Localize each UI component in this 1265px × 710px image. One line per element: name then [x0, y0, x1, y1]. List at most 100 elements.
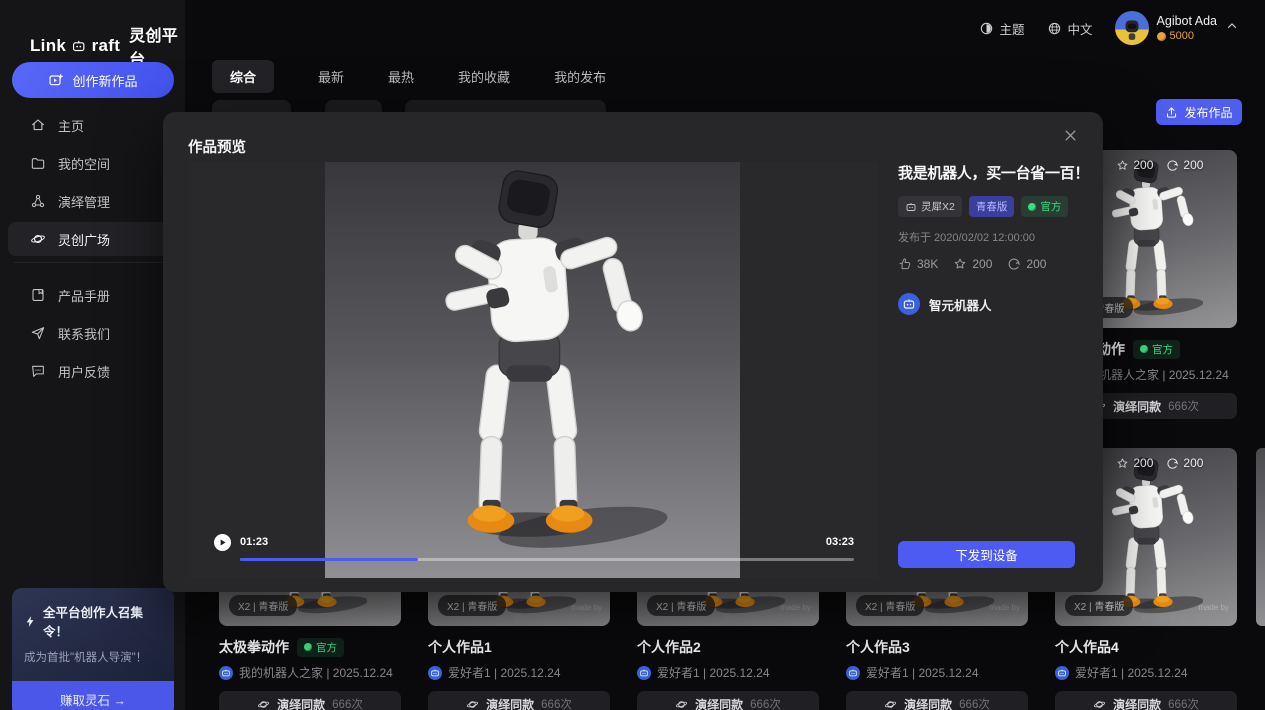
favorite-button[interactable]: 200 — [953, 257, 992, 271]
earn-gems-button[interactable]: 赚取灵石 → — [12, 681, 174, 710]
remix-count: 666次 — [1168, 696, 1199, 710]
card-title: 个人作品1 — [428, 637, 492, 657]
app-root: Linkraft 灵创平台 创作新作品 主页 — [0, 0, 1265, 710]
chevron-up-icon[interactable] — [1225, 19, 1239, 38]
publish-work-button[interactable]: 发布作品 — [1156, 99, 1242, 125]
sidebar-item-2[interactable]: 演绎管理 — [0, 182, 185, 220]
share-icon — [1166, 457, 1179, 470]
made-by-watermark: made by 智元机器人 | 灵创平台 — [932, 603, 1020, 623]
author-line: 爱好者1 | 2025.12.24 — [866, 664, 979, 681]
model-badge: X2 | 青春版 — [647, 595, 715, 616]
nav-item-label: 演绎管理 — [58, 192, 110, 211]
planet-icon — [466, 698, 479, 710]
brand-logo: Linkraft 灵创平台 — [0, 0, 185, 70]
theme-label: 主题 — [1000, 19, 1025, 38]
work-stats: 38K 200 200 — [898, 257, 1078, 271]
remix-button[interactable]: 演绎同款 666次 — [846, 691, 1028, 710]
coin-balance: 5000 — [1157, 30, 1217, 42]
author-avatar-icon — [637, 666, 651, 680]
remix-count: 666次 — [959, 696, 990, 710]
author-line: 爱好者1 | 2025.12.24 — [1075, 664, 1188, 681]
remix-button[interactable]: 演绎同款 666次 — [1055, 691, 1237, 710]
user-menu[interactable]: Agibot Ada 5000 — [1115, 11, 1239, 45]
remix-button[interactable]: 演绎同款 666次 — [428, 691, 610, 710]
author-robot-icon — [902, 297, 916, 311]
card-author: 爱好者1 | 2025.12.24 — [1055, 664, 1237, 681]
sidebar-item-0[interactable]: 主页 — [0, 106, 185, 144]
work-title: 我是机器人，买一台省一百！ — [898, 162, 1078, 183]
current-time: 01:23 — [240, 536, 268, 548]
card-author: 爱好者1 | 2025.12.24 — [846, 664, 1028, 681]
star-icon — [953, 257, 967, 271]
thumb-up-icon — [898, 257, 912, 271]
remix-count: 666次 — [1168, 398, 1199, 414]
official-dot-icon — [1140, 345, 1148, 353]
nav-item-label: 联系我们 — [58, 324, 110, 343]
publish-work-label: 发布作品 — [1184, 104, 1232, 121]
tab[interactable]: 最热 — [388, 60, 414, 93]
tab[interactable]: 综合 — [212, 60, 274, 93]
sidebar-divider — [14, 262, 171, 263]
author-avatar-icon — [1055, 666, 1069, 680]
author-row[interactable]: 智元机器人 — [898, 293, 1078, 315]
creator-promo-card: 全平台创作人召集令！ 成为首批"机器人导演"！ 赚取灵石 → — [12, 588, 174, 710]
theme-toggle[interactable]: 主题 — [979, 19, 1025, 38]
official-dot-icon — [1028, 203, 1036, 211]
language-switcher[interactable]: 中文 — [1047, 19, 1093, 38]
sidebar: Linkraft 灵创平台 创作新作品 主页 — [0, 0, 185, 710]
progress-fill — [240, 558, 418, 561]
sidebar-item-1[interactable]: 联系我们 — [0, 314, 185, 352]
model-badge: X2 | 青春版 — [856, 595, 924, 616]
planet-icon — [257, 698, 270, 710]
player-controls: 01:23 03:23 — [188, 526, 878, 578]
model-tag: 灵犀X2 — [898, 196, 962, 217]
brand-robot-icon — [71, 37, 86, 55]
remix-button[interactable]: 演绎同款 666次 — [219, 691, 401, 710]
feedback-icon — [30, 363, 46, 379]
card-title: 个人作品4 — [1055, 637, 1119, 657]
like-button[interactable]: 38K — [898, 257, 938, 271]
model-badge: X2 | 青春版 — [229, 595, 297, 616]
language-label: 中文 — [1068, 19, 1093, 38]
card-title: 个人作品2 — [637, 637, 701, 657]
scrollbar-card-sliver — [1256, 448, 1265, 626]
sidebar-item-1[interactable]: 我的空间 — [0, 144, 185, 182]
remix-label: 演绎同款 — [1113, 398, 1161, 415]
tab[interactable]: 最新 — [318, 60, 344, 93]
deploy-to-device-button[interactable]: 下发到设备 — [898, 541, 1075, 568]
remix-label: 演绎同款 — [1113, 696, 1161, 710]
made-by-watermark: made by 智元机器人 | 灵创平台 — [514, 603, 602, 623]
user-avatar — [1115, 11, 1149, 45]
play-button[interactable] — [214, 534, 231, 551]
promo-body: 全平台创作人召集令！ 成为首批"机器人导演"！ — [12, 588, 174, 681]
publish-date: 发布于 2020/02/02 12:00:00 — [898, 229, 1078, 245]
create-new-work-button[interactable]: 创作新作品 — [12, 62, 174, 98]
remix-count: 666次 — [750, 696, 781, 710]
official-badge: 官方 — [1133, 340, 1180, 359]
star-icon — [1116, 159, 1129, 172]
video-player[interactable]: 01:23 03:23 — [188, 162, 878, 578]
topbar: 主题 中文 Agibot Ada 5000 — [185, 0, 1265, 56]
close-icon[interactable] — [1063, 128, 1078, 148]
work-preview-modal: 作品预览 01:23 03:23 我是机器人，买一台省一百！ — [163, 112, 1103, 592]
avatar-robot-icon — [1119, 16, 1145, 42]
author-line: 我的机器人之家 | 2025.12.24 — [239, 664, 393, 681]
home-icon — [30, 117, 46, 133]
share-button[interactable]: 200 — [1007, 257, 1046, 271]
author-avatar-icon — [219, 666, 233, 680]
remix-button[interactable]: 演绎同款 666次 — [637, 691, 819, 710]
author-avatar-icon — [846, 666, 860, 680]
made-by-watermark: made by 智元机器人 | 灵创平台 — [723, 603, 811, 623]
sidebar-item-0[interactable]: 产品手册 — [0, 276, 185, 314]
book-icon — [30, 287, 46, 303]
remix-count: 666次 — [332, 696, 363, 710]
tab[interactable]: 我的发布 — [554, 60, 606, 93]
card-author: 爱好者1 | 2025.12.24 — [428, 664, 610, 681]
work-detail-panel: 我是机器人，买一台省一百！ 灵犀X2 青春版 官方 发布于 2020/02/02… — [898, 162, 1078, 568]
folder-icon — [30, 155, 46, 171]
nodes-icon — [30, 193, 46, 209]
sidebar-item-2[interactable]: 用户反馈 — [0, 352, 185, 390]
tab[interactable]: 我的收藏 — [458, 60, 510, 93]
sidebar-item-3[interactable]: 灵创广场 — [0, 220, 185, 258]
progress-bar[interactable] — [240, 558, 854, 561]
